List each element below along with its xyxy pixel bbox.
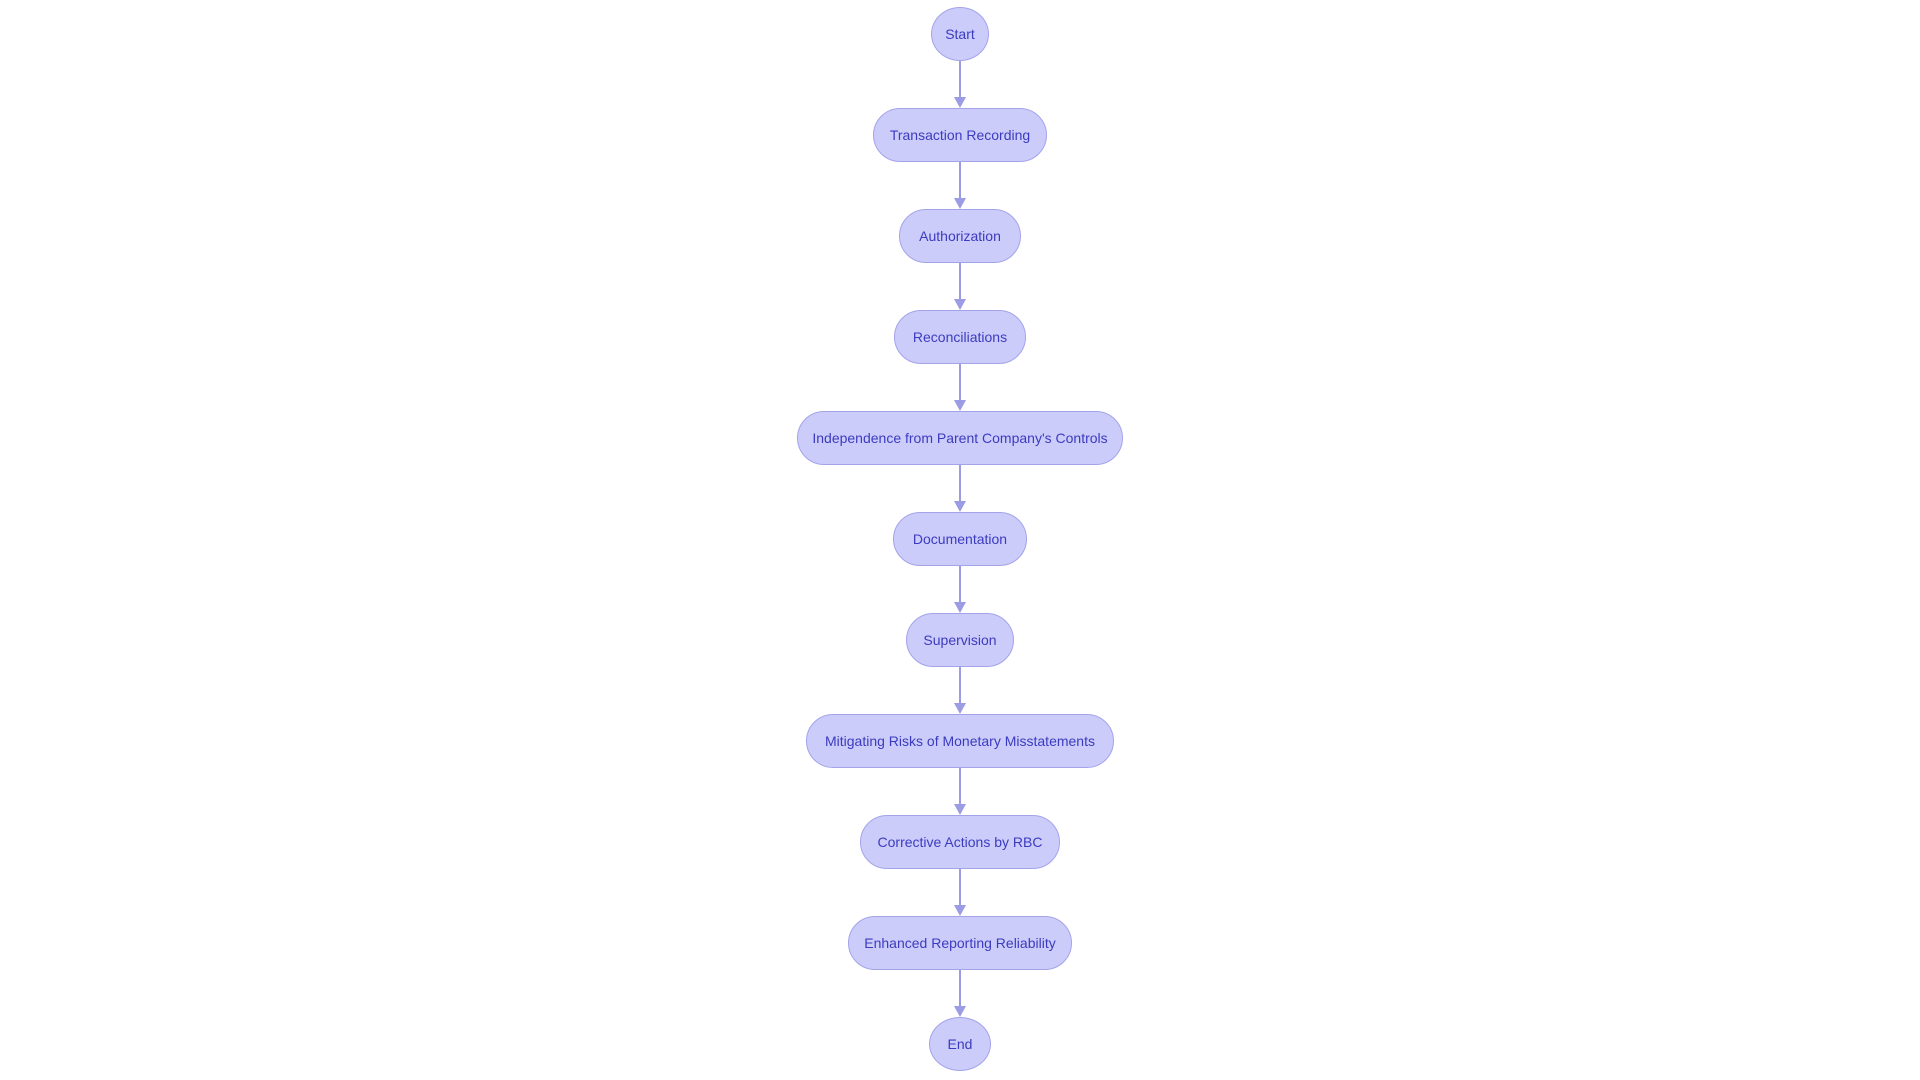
arrow-head-icon (954, 804, 966, 815)
node-start: Start (931, 7, 989, 61)
edge-supervision-to-mitigating-risks (959, 667, 961, 704)
edge-reconciliations-to-independence (959, 364, 961, 401)
node-independence: Independence from Parent Company's Contr… (797, 411, 1123, 465)
arrow-head-icon (954, 198, 966, 209)
node-end: End (929, 1017, 991, 1071)
node-documentation: Documentation (893, 512, 1027, 566)
edge-independence-to-documentation (959, 465, 961, 502)
edge-enhanced-reporting-to-end (959, 970, 961, 1007)
arrow-head-icon (954, 703, 966, 714)
edge-start-to-transaction-recording (959, 61, 961, 98)
arrow-head-icon (954, 602, 966, 613)
node-supervision: Supervision (906, 613, 1014, 667)
node-mitigating-risks: Mitigating Risks of Monetary Misstatemen… (806, 714, 1114, 768)
node-transaction-recording: Transaction Recording (873, 108, 1047, 162)
node-authorization: Authorization (899, 209, 1021, 263)
arrow-head-icon (954, 501, 966, 512)
node-corrective-actions: Corrective Actions by RBC (860, 815, 1060, 869)
node-enhanced-reporting: Enhanced Reporting Reliability (848, 916, 1072, 970)
edge-authorization-to-reconciliations (959, 263, 961, 300)
flowchart: Start Transaction Recording Authorizatio… (0, 0, 1920, 1080)
arrow-head-icon (954, 1006, 966, 1017)
node-reconciliations: Reconciliations (894, 310, 1026, 364)
edge-mitigating-risks-to-corrective-actions (959, 768, 961, 805)
arrow-head-icon (954, 905, 966, 916)
edge-transaction-recording-to-authorization (959, 162, 961, 199)
edge-corrective-actions-to-enhanced-reporting (959, 869, 961, 906)
edge-documentation-to-supervision (959, 566, 961, 603)
arrow-head-icon (954, 299, 966, 310)
arrow-head-icon (954, 97, 966, 108)
arrow-head-icon (954, 400, 966, 411)
